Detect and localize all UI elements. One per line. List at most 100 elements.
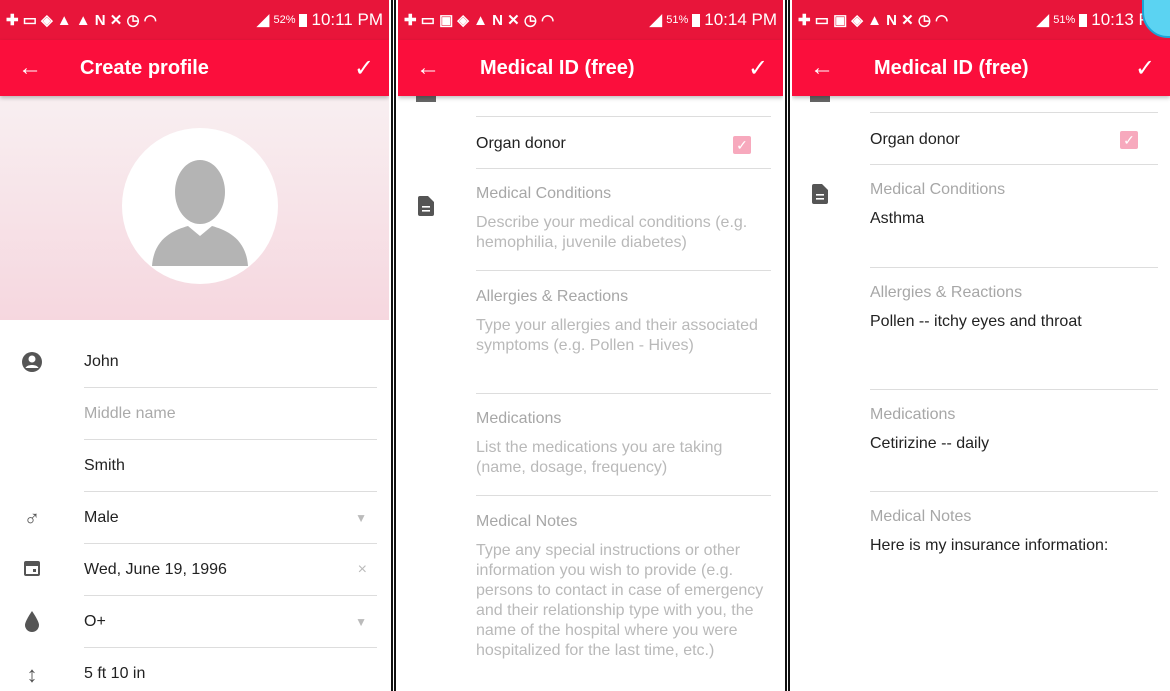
notification-icons: ✚ ▭ ▣ ◈ ▲ N ✕ ◷ ◠	[798, 12, 949, 29]
first-name-field[interactable]: John	[84, 336, 377, 388]
blood-type-select[interactable]: O+ ▼	[84, 596, 377, 648]
male-icon: ♂	[23, 506, 41, 531]
organ-donor-label: Organ donor	[476, 135, 566, 152]
birthdate-value: Wed, June 19, 1996	[84, 560, 227, 578]
medications-field[interactable]: Medications Cetirizine -- daily	[870, 406, 1158, 454]
medical-conditions-label: Medical Conditions	[476, 185, 612, 202]
app-bar: ← Medical ID (free) ✓	[792, 40, 1170, 96]
notification-icons: ✚ ▭ ◈ ▲ ▲ N ✕ ◷ ◠	[6, 12, 157, 29]
person-circle-icon	[20, 351, 44, 375]
birthdate-field[interactable]: Wed, June 19, 1996 ×	[84, 544, 377, 596]
divider	[870, 389, 1158, 390]
last-name-field[interactable]: Smith	[84, 440, 377, 492]
divider	[870, 112, 1158, 113]
battery-icon	[692, 13, 701, 27]
check-icon[interactable]: ✓	[339, 54, 389, 83]
divider	[870, 164, 1158, 165]
app-bar: ← Create profile ✓	[0, 40, 389, 96]
app-bar: ← Medical ID (free) ✓	[398, 40, 783, 96]
battery-percent: 51%	[1053, 14, 1076, 26]
status-time: 10:14 PM	[704, 10, 777, 29]
weight-icon	[810, 96, 830, 102]
battery-percent: 51%	[666, 14, 689, 26]
height-icon: ↕	[26, 662, 38, 687]
page-title: Medical ID (free)	[874, 56, 1029, 79]
medical-notes-value: Here is my insurance information:	[870, 537, 1109, 554]
medications-label: Medications	[476, 410, 562, 427]
allergies-label: Allergies & Reactions	[870, 284, 1023, 301]
check-icon[interactable]: ✓	[733, 54, 783, 83]
organ-donor-label: Organ donor	[870, 131, 960, 148]
gender-select[interactable]: Male ▼	[84, 492, 377, 544]
divider	[476, 495, 771, 496]
blood-type-value: O+	[84, 612, 106, 630]
organ-donor-row[interactable]: Organ donor	[476, 134, 771, 154]
dropdown-icon: ▼	[355, 510, 367, 525]
allergies-value: Pollen -- itchy eyes and throat	[870, 313, 1082, 330]
check-icon[interactable]: ✓	[1120, 54, 1170, 83]
middle-name-field[interactable]: Middle name	[84, 388, 377, 440]
back-arrow-icon[interactable]: ←	[0, 54, 60, 82]
medical-conditions-value: Asthma	[870, 210, 925, 227]
height-value: 5 ft 10 in	[84, 665, 146, 682]
medical-conditions-field[interactable]: Medical Conditions Asthma	[870, 181, 1158, 229]
back-arrow-icon[interactable]: ←	[792, 54, 852, 82]
avatar[interactable]	[122, 128, 278, 284]
notification-icons: ✚ ▭ ▣ ◈ ▲ N ✕ ◷ ◠	[404, 12, 555, 29]
divider	[870, 491, 1158, 492]
medications-label: Medications	[870, 406, 956, 423]
medical-id-filled-screen: ✚ ▭ ▣ ◈ ▲ N ✕ ◷ ◠ ◢ 51% 10:13 PM ← Medic…	[792, 0, 1170, 691]
organ-donor-checkbox[interactable]: ✓	[1120, 131, 1138, 149]
first-name-value: John	[84, 352, 119, 370]
medications-field[interactable]: Medications List the medications you are…	[476, 410, 771, 478]
gender-value: Male	[84, 508, 119, 526]
allergies-field[interactable]: Allergies & Reactions Type your allergie…	[476, 288, 771, 356]
signal-icon: ◢	[1036, 10, 1050, 29]
medications-value: Cetirizine -- daily	[870, 435, 990, 452]
organ-donor-row[interactable]: Organ donor	[870, 130, 1158, 150]
page-title: Create profile	[80, 56, 209, 79]
weight-icon	[416, 96, 436, 102]
middle-name-placeholder: Middle name	[84, 404, 176, 422]
screen-divider	[783, 0, 792, 691]
profile-photo-area	[0, 96, 389, 320]
divider	[476, 270, 771, 271]
allergies-field[interactable]: Allergies & Reactions Pollen -- itchy ey…	[870, 284, 1158, 332]
divider	[476, 393, 771, 394]
medical-id-empty-screen: ✚ ▭ ▣ ◈ ▲ N ✕ ◷ ◠ ◢ 51% 10:14 PM ← Medic…	[398, 0, 783, 691]
person-silhouette-icon	[152, 160, 248, 266]
calendar-icon	[20, 558, 44, 582]
status-bar: ✚ ▭ ◈ ▲ ▲ N ✕ ◷ ◠ ◢ 52% 10:11 PM	[0, 0, 389, 40]
document-icon	[418, 196, 434, 216]
page-title: Medical ID (free)	[480, 56, 635, 79]
signal-icon: ◢	[256, 10, 270, 29]
medical-notes-placeholder: Type any special instructions or other i…	[476, 542, 764, 659]
divider	[476, 168, 771, 169]
allergies-label: Allergies & Reactions	[476, 288, 629, 305]
medical-notes-label: Medical Notes	[870, 508, 972, 525]
divider	[870, 267, 1158, 268]
clear-icon[interactable]: ×	[358, 561, 377, 579]
divider	[476, 116, 771, 117]
status-bar: ✚ ▭ ▣ ◈ ▲ N ✕ ◷ ◠ ◢ 51% 10:13 PM	[792, 0, 1170, 40]
blood-drop-icon	[20, 610, 44, 634]
height-field[interactable]: 5 ft 10 in	[84, 648, 377, 691]
medical-notes-label: Medical Notes	[476, 513, 578, 530]
status-bar: ✚ ▭ ▣ ◈ ▲ N ✕ ◷ ◠ ◢ 51% 10:14 PM	[398, 0, 783, 40]
document-icon	[812, 184, 828, 204]
allergies-placeholder: Type your allergies and their associated…	[476, 317, 758, 354]
status-time: 10:11 PM	[311, 10, 383, 29]
medical-conditions-placeholder: Describe your medical conditions (e.g. h…	[476, 214, 748, 251]
medical-conditions-field[interactable]: Medical Conditions Describe your medical…	[476, 185, 771, 253]
medical-conditions-label: Medical Conditions	[870, 181, 1006, 198]
medications-placeholder: List the medications you are taking (nam…	[476, 439, 723, 476]
battery-icon	[299, 13, 308, 27]
screen-divider	[389, 0, 398, 691]
last-name-value: Smith	[84, 456, 125, 474]
medical-notes-field[interactable]: Medical Notes Here is my insurance infor…	[870, 508, 1158, 556]
back-arrow-icon[interactable]: ←	[398, 54, 458, 82]
organ-donor-checkbox[interactable]: ✓	[733, 136, 751, 154]
medical-notes-field[interactable]: Medical Notes Type any special instructi…	[476, 513, 771, 661]
battery-percent: 52%	[273, 14, 296, 26]
create-profile-screen: ✚ ▭ ◈ ▲ ▲ N ✕ ◷ ◠ ◢ 52% 10:11 PM ← Creat…	[0, 0, 389, 691]
